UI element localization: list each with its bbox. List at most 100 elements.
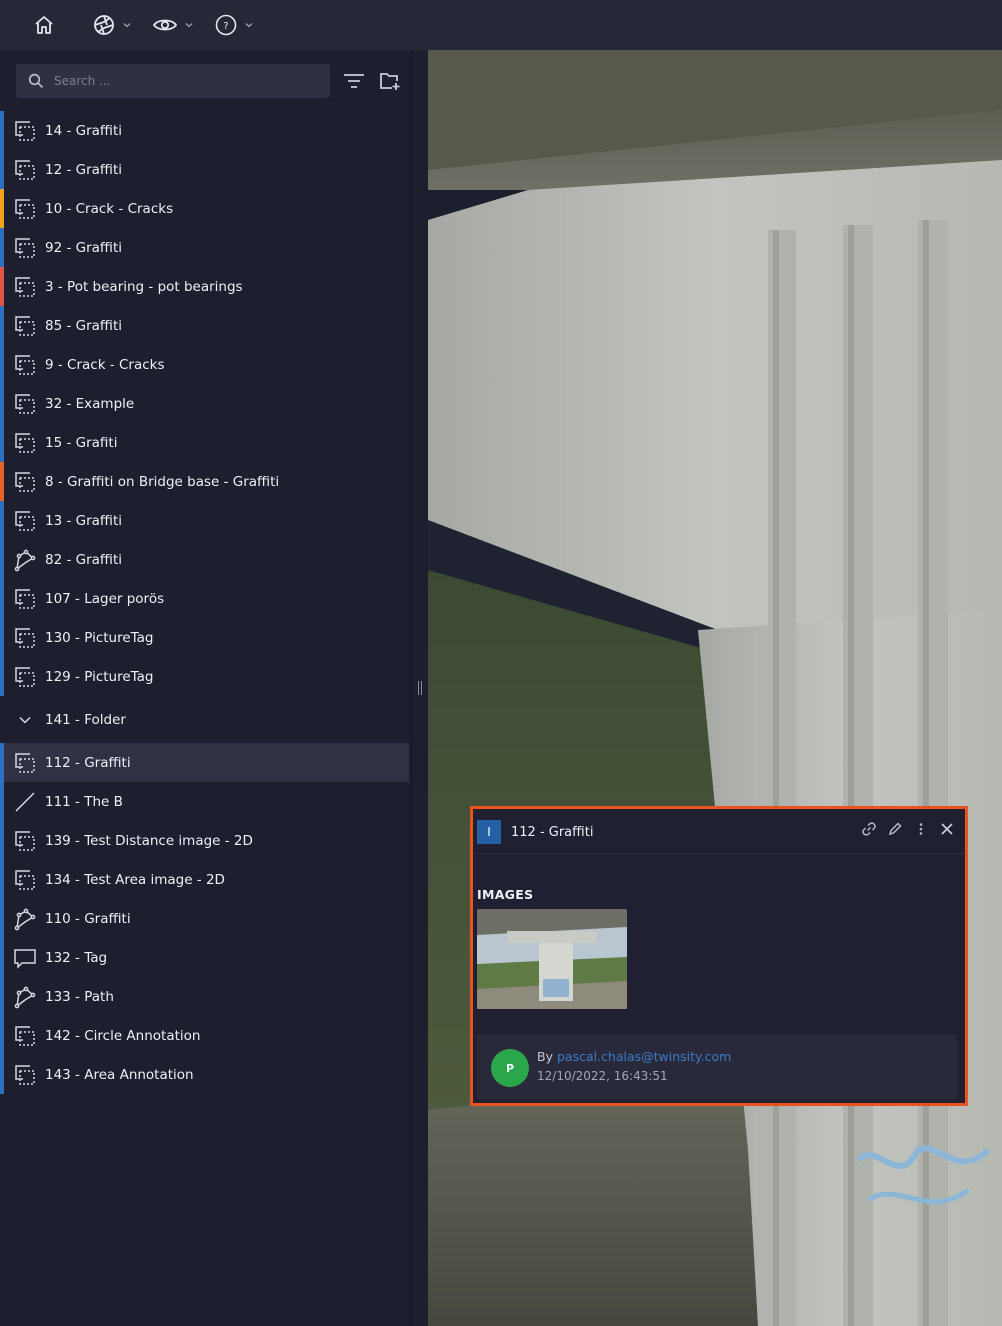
category-color-bar [0, 899, 4, 938]
category-color-bar [0, 782, 4, 821]
images-section-label: IMAGES [477, 887, 534, 902]
info-badge: I [477, 820, 501, 844]
annotation-list-item[interactable]: 85 - Graffiti [0, 306, 412, 345]
new-folder-button[interactable] [379, 71, 401, 95]
link-icon [862, 822, 876, 836]
annotation-detail-panel: I 112 - Graffiti IMAGES P By pascal.chal… [470, 806, 968, 1106]
bridge-thumbnail-image [477, 909, 627, 1009]
annotation-label: 112 - Graffiti [45, 754, 131, 771]
annotation-label: 13 - Graffiti [45, 512, 123, 529]
area-icon [13, 470, 37, 494]
annotation-list-item[interactable]: 112 - Graffiti [0, 743, 409, 782]
category-color-bar [0, 743, 4, 782]
annotation-list-item[interactable]: 3 - Pot bearing - pot bearings [0, 267, 412, 306]
annotation-label: 82 - Graffiti [45, 551, 123, 568]
search-icon [28, 73, 44, 89]
chevron-down-icon [123, 23, 131, 28]
category-color-bar [0, 423, 4, 462]
category-color-bar [0, 938, 4, 977]
more-vertical-icon [919, 823, 923, 835]
area-icon [13, 868, 37, 892]
annotation-list-item[interactable]: 139 - Test Distance image - 2D [0, 821, 412, 860]
polygon-icon [13, 985, 37, 1009]
annotation-label: 14 - Graffiti [45, 122, 123, 139]
area-icon [13, 275, 37, 299]
annotation-list-item[interactable]: 82 - Graffiti [0, 540, 412, 579]
3d-viewport[interactable] [428, 50, 1002, 1326]
annotation-label: 10 - Crack - Cracks [45, 200, 174, 217]
polygon-icon [13, 548, 37, 572]
render-mode-dropdown[interactable] [92, 13, 132, 37]
annotation-list-item[interactable]: 15 - Grafiti [0, 423, 412, 462]
area-icon [13, 119, 37, 143]
annotation-list-item[interactable]: 132 - Tag [0, 938, 412, 977]
annotation-label: 32 - Example [45, 395, 135, 412]
close-button[interactable] [939, 821, 955, 837]
annotation-label: 15 - Grafiti [45, 434, 118, 451]
annotation-list-item[interactable]: 130 - PictureTag [0, 618, 412, 657]
annotation-label: 139 - Test Distance image - 2D [45, 832, 253, 849]
aperture-icon [94, 15, 114, 35]
annotation-label: 110 - Graffiti [45, 910, 131, 927]
annotation-list-item[interactable]: 134 - Test Area image - 2D [0, 860, 412, 899]
filter-icon [344, 74, 364, 88]
annotation-list-item[interactable]: 129 - PictureTag [0, 657, 412, 696]
annotation-list-item[interactable]: 9 - Crack - Cracks [0, 345, 412, 384]
annotation-label: 130 - PictureTag [45, 629, 154, 646]
annotation-list-item[interactable]: 32 - Example [0, 384, 412, 423]
annotation-list-item[interactable]: 92 - Graffiti [0, 228, 412, 267]
annotation-list-item[interactable]: 13 - Graffiti [0, 501, 412, 540]
area-icon [13, 353, 37, 377]
category-color-bar [0, 150, 4, 189]
help-icon: ? [215, 14, 237, 36]
annotation-list-item[interactable]: 12 - Graffiti [0, 150, 412, 189]
area-icon [13, 665, 37, 689]
area-icon [13, 392, 37, 416]
annotation-list-item[interactable]: 10 - Crack - Cracks [0, 189, 412, 228]
annotation-list-item[interactable]: 111 - The B [0, 782, 412, 821]
more-options-button[interactable] [913, 821, 929, 837]
sidebar-resize-handle[interactable] [412, 50, 428, 1326]
annotation-list-item[interactable]: 14 - Graffiti [0, 111, 412, 150]
annotation-list-item[interactable]: 107 - Lager porös [0, 579, 412, 618]
comment-card: P By pascal.chalas@twinsity.com 12/10/20… [477, 1035, 957, 1099]
annotation-list-item[interactable]: 142 - Circle Annotation [0, 1016, 412, 1055]
annotation-list-item[interactable]: 143 - Area Annotation [0, 1055, 412, 1094]
svg-text:?: ? [223, 21, 228, 32]
search-row [16, 64, 412, 98]
category-color-bar [0, 618, 4, 657]
category-color-bar [0, 1055, 4, 1094]
area-icon [13, 236, 37, 260]
category-color-bar [0, 579, 4, 618]
search-input[interactable] [54, 74, 304, 88]
annotation-list-item[interactable]: 8 - Graffiti on Bridge base - Graffiti [0, 462, 412, 501]
author-email-link[interactable]: pascal.chalas@twinsity.com [557, 1049, 731, 1064]
polygon-icon [13, 907, 37, 931]
filter-button[interactable] [343, 71, 365, 95]
annotation-list: 14 - Graffiti 12 - Graffiti 10 - Crack - C… [0, 111, 412, 1094]
category-color-bar [0, 540, 4, 579]
category-color-bar [0, 189, 4, 228]
annotation-sidebar: 14 - Graffiti 12 - Graffiti 10 - Crack - C… [0, 50, 412, 1326]
annotation-list-item[interactable]: 110 - Graffiti [0, 899, 412, 938]
top-toolbar: ? [0, 0, 1002, 50]
edit-button[interactable] [887, 821, 903, 837]
by-label: By [537, 1049, 553, 1064]
image-thumbnail[interactable] [477, 909, 627, 1009]
annotation-label: 141 - Folder [45, 711, 126, 728]
folder-item[interactable]: 141 - Folder [0, 696, 412, 743]
category-color-bar [0, 267, 4, 306]
line-icon [13, 790, 37, 814]
category-color-bar [0, 860, 4, 899]
annotation-label: 133 - Path [45, 988, 114, 1005]
help-dropdown[interactable]: ? [214, 13, 254, 37]
search-box[interactable] [16, 64, 330, 98]
tag-icon [13, 946, 37, 970]
copy-link-button[interactable] [861, 821, 877, 837]
panel-divider [473, 853, 965, 854]
visibility-dropdown[interactable] [152, 13, 194, 37]
annotation-list-item[interactable]: 133 - Path [0, 977, 412, 1016]
avatar: P [491, 1049, 529, 1087]
comment-author-line: By pascal.chalas@twinsity.com [537, 1049, 731, 1064]
home-button[interactable] [32, 13, 56, 37]
